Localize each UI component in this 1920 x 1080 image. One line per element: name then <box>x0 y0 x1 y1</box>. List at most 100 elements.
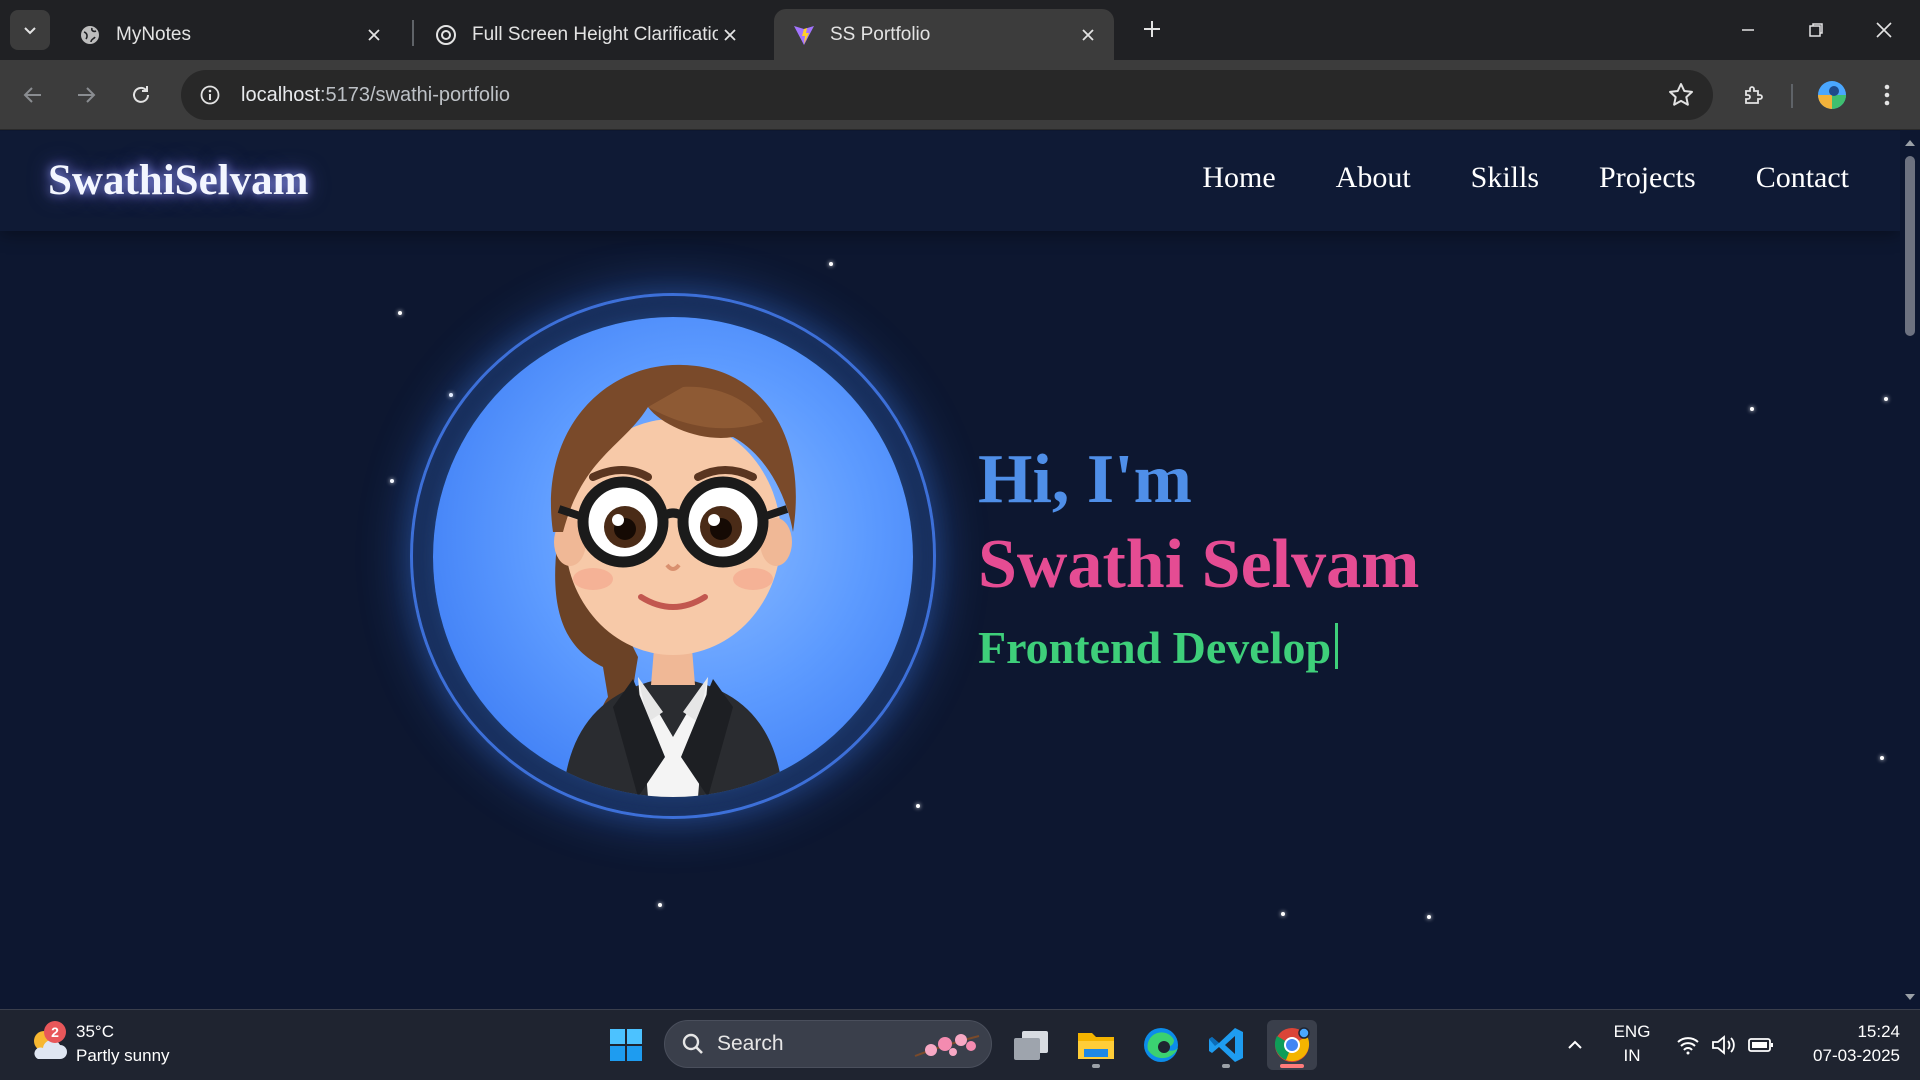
globe-icon <box>78 23 102 47</box>
arrow-right-icon <box>78 87 96 103</box>
hero-role-text: Frontend Develop <box>978 622 1332 673</box>
nav-link-skills[interactable]: Skills <box>1471 161 1539 195</box>
minimize-icon <box>1742 29 1754 31</box>
tab-title: SS Portfolio <box>830 23 931 45</box>
taskbar-search-label: Search <box>717 1032 784 1055</box>
site-navbar: SwathiSelvam Home About Skills Projects … <box>0 131 1900 231</box>
file-explorer-button[interactable] <box>1071 1020 1121 1070</box>
file-explorer-icon <box>1078 1033 1114 1059</box>
chrome-icon <box>1274 1027 1310 1062</box>
edge-icon <box>1144 1028 1178 1062</box>
nav-link-contact[interactable]: Contact <box>1756 161 1849 195</box>
chevron-down-icon <box>24 27 36 35</box>
app-running-indicator <box>1222 1064 1230 1068</box>
region-code: IN <box>1623 1046 1641 1065</box>
battery-icon[interactable] <box>1748 1032 1774 1058</box>
browser-toolbar: localhost:5173/swathi-portfolio <box>0 60 1920 130</box>
back-button[interactable] <box>14 76 52 114</box>
browser-menu-button[interactable] <box>1868 76 1906 114</box>
star-particle <box>1880 756 1884 760</box>
scroll-up-arrow-icon[interactable] <box>1904 137 1916 149</box>
partly-sunny-icon: 2 <box>28 1021 70 1065</box>
forward-button[interactable] <box>67 76 105 114</box>
page-scrollbar[interactable] <box>1900 131 1920 1009</box>
profile-avatar[interactable] <box>1813 76 1851 114</box>
windows-taskbar: 2 35°C Partly sunny Search ENG IN 15:24 … <box>0 1009 1920 1080</box>
tab-separator <box>412 20 414 46</box>
vscode-button[interactable] <box>1201 1020 1251 1070</box>
address-bar[interactable]: localhost:5173/swathi-portfolio <box>181 70 1713 120</box>
star-particle <box>1750 407 1754 411</box>
close-icon[interactable] <box>1076 23 1100 47</box>
portfolio-page: SwathiSelvam Home About Skills Projects … <box>0 131 1900 1009</box>
star-particle <box>449 393 453 397</box>
chrome-button[interactable] <box>1267 1020 1317 1070</box>
profile-icon <box>1818 81 1846 109</box>
scrollbar-thumb[interactable] <box>1905 156 1915 336</box>
vscode-icon <box>1209 1028 1243 1062</box>
url-host: localhost <box>241 83 320 106</box>
weather-badge: 2 <box>44 1021 66 1043</box>
clock-time: 15:24 <box>1857 1022 1900 1041</box>
nav-link-about[interactable]: About <box>1336 161 1411 195</box>
wifi-icon[interactable] <box>1675 1032 1701 1058</box>
site-info-icon[interactable] <box>185 70 235 120</box>
hero-name: Swathi Selvam <box>978 526 1420 603</box>
clock[interactable]: 15:24 07-03-2025 <box>1790 1020 1900 1068</box>
restore-button[interactable] <box>1794 10 1838 50</box>
site-logo[interactable]: SwathiSelvam <box>48 156 308 205</box>
minimize-button[interactable] <box>1726 10 1770 50</box>
close-icon <box>1876 22 1892 38</box>
star-particle <box>390 479 394 483</box>
weather-condition: Partly sunny <box>76 1046 170 1065</box>
star-particle <box>829 262 833 266</box>
hero-greeting: Hi, I'm <box>978 441 1192 518</box>
star-particle <box>916 804 920 808</box>
toolbar-divider <box>1791 84 1793 108</box>
show-hidden-icons-button[interactable] <box>1562 1032 1588 1058</box>
task-view-button[interactable] <box>1006 1020 1056 1070</box>
arrow-left-icon <box>23 87 41 103</box>
app-running-indicator <box>1092 1064 1100 1068</box>
tab-title: MyNotes <box>116 23 191 45</box>
volume-icon[interactable] <box>1711 1032 1737 1058</box>
reload-icon <box>133 86 149 103</box>
reload-button[interactable] <box>122 76 160 114</box>
tab-full-screen-height[interactable]: Full Screen Height Clarification <box>416 9 756 60</box>
bookmark-star-icon[interactable] <box>1667 81 1695 109</box>
profile-avatar-image <box>433 317 913 797</box>
restore-icon <box>1809 23 1823 37</box>
input-language-indicator[interactable]: ENG IN <box>1610 1020 1654 1068</box>
plus-icon <box>1144 21 1160 37</box>
tab-ss-portfolio[interactable]: SS Portfolio <box>774 9 1114 60</box>
site-nav-links: Home About Skills Projects Contact <box>1202 161 1849 195</box>
cherry-blossom-icon <box>914 1034 980 1057</box>
nav-link-home[interactable]: Home <box>1202 161 1275 195</box>
tab-search-button[interactable] <box>10 10 50 50</box>
new-tab-button[interactable] <box>1136 13 1168 45</box>
cartoon-girl-illustration <box>550 364 796 797</box>
star-particle <box>658 903 662 907</box>
close-icon[interactable] <box>718 23 742 47</box>
tab-mynotes[interactable]: MyNotes <box>60 9 400 60</box>
puzzle-icon <box>1745 86 1763 104</box>
scroll-down-arrow-icon[interactable] <box>1904 991 1916 1003</box>
language-code: ENG <box>1613 1022 1651 1041</box>
taskbar-search-box[interactable]: Search <box>664 1020 992 1068</box>
vite-icon <box>792 23 816 47</box>
edge-button[interactable] <box>1136 1020 1186 1070</box>
close-window-button[interactable] <box>1862 10 1906 50</box>
app-active-indicator <box>1280 1064 1304 1068</box>
nav-link-projects[interactable]: Projects <box>1599 161 1696 195</box>
windows-start-button[interactable] <box>601 1020 651 1070</box>
url-path: :5173/swathi-portfolio <box>319 83 511 106</box>
typing-cursor <box>1335 623 1339 669</box>
extensions-button[interactable] <box>1735 76 1773 114</box>
weather-widget[interactable]: 2 35°C Partly sunny <box>28 1020 170 1068</box>
url-text: localhost:5173/swathi-portfolio <box>241 84 510 107</box>
weather-temp: 35°C <box>76 1022 114 1041</box>
star-particle <box>1427 915 1431 919</box>
kebab-menu-icon <box>1884 84 1890 106</box>
hero-intro: Hi, I'm Swathi Selvam Frontend Develop <box>978 441 1419 685</box>
close-icon[interactable] <box>362 23 386 47</box>
